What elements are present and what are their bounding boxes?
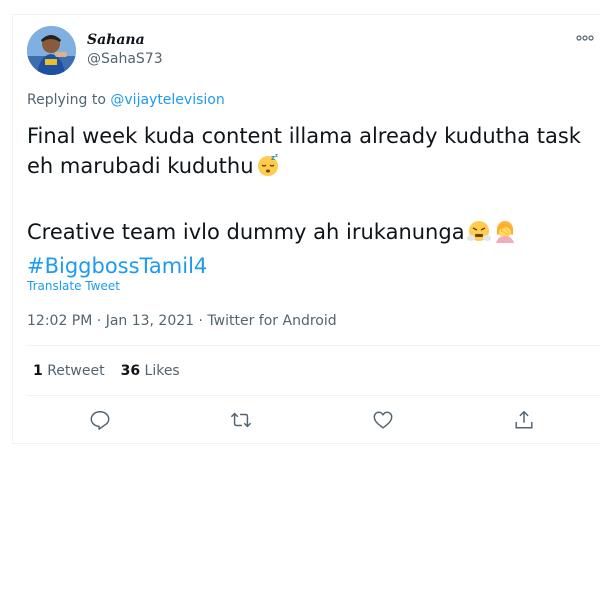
tweet-meta: 12:02 PM · Jan 13, 2021 · Twitter for An…	[27, 313, 337, 329]
replying-to-label: Replying to	[27, 92, 106, 108]
mention-link[interactable]: @vijaytelevision	[110, 92, 224, 108]
tweet-time[interactable]: 12:02 PM	[27, 313, 92, 329]
like-icon[interactable]	[372, 409, 394, 431]
likes-label: Likes	[144, 363, 180, 379]
user-handle[interactable]: @SahaS73	[87, 51, 163, 67]
engagement-stats: 1 Retweet 36 Likes	[33, 363, 180, 379]
tweet-text: Final week kuda content illama already k…	[27, 121, 597, 281]
tweet-source[interactable]: Twitter for Android	[207, 313, 336, 329]
woman-facepalming-emoji	[493, 219, 517, 251]
tweet-card: Sahana @SahaS73 Replying to @vijaytelevi…	[12, 14, 600, 444]
display-name[interactable]: Sahana	[87, 32, 145, 48]
meta-separator: ·	[198, 313, 203, 329]
translate-tweet-link[interactable]: Translate Tweet	[27, 279, 120, 293]
reply-icon[interactable]	[89, 409, 111, 431]
retweets-count: 1	[33, 363, 43, 379]
tweet-line-2: Creative team ivlo dummy ah irukanunga	[27, 220, 465, 244]
avatar[interactable]	[27, 26, 76, 75]
tweet-line-1: Final week kuda content illama already k…	[27, 124, 581, 178]
retweets-stat[interactable]: 1 Retweet	[33, 363, 105, 379]
face-with-steam-emoji	[466, 219, 491, 251]
retweet-icon[interactable]	[230, 409, 252, 431]
replying-to: Replying to @vijaytelevision	[27, 92, 225, 108]
tweet-date[interactable]: Jan 13, 2021	[106, 313, 194, 329]
more-icon[interactable]	[576, 29, 594, 45]
svg-text:z: z	[275, 153, 278, 159]
meta-separator: ·	[96, 313, 102, 329]
sleeping-face-emoji: z z	[256, 153, 280, 185]
retweets-label: Retweet	[47, 363, 105, 379]
divider	[27, 395, 600, 396]
likes-count: 36	[120, 363, 141, 379]
divider	[27, 345, 600, 346]
likes-stat[interactable]: 36 Likes	[121, 363, 180, 379]
hashtag-link[interactable]: #BiggbossTamil4	[27, 254, 207, 278]
share-icon[interactable]	[513, 409, 535, 431]
